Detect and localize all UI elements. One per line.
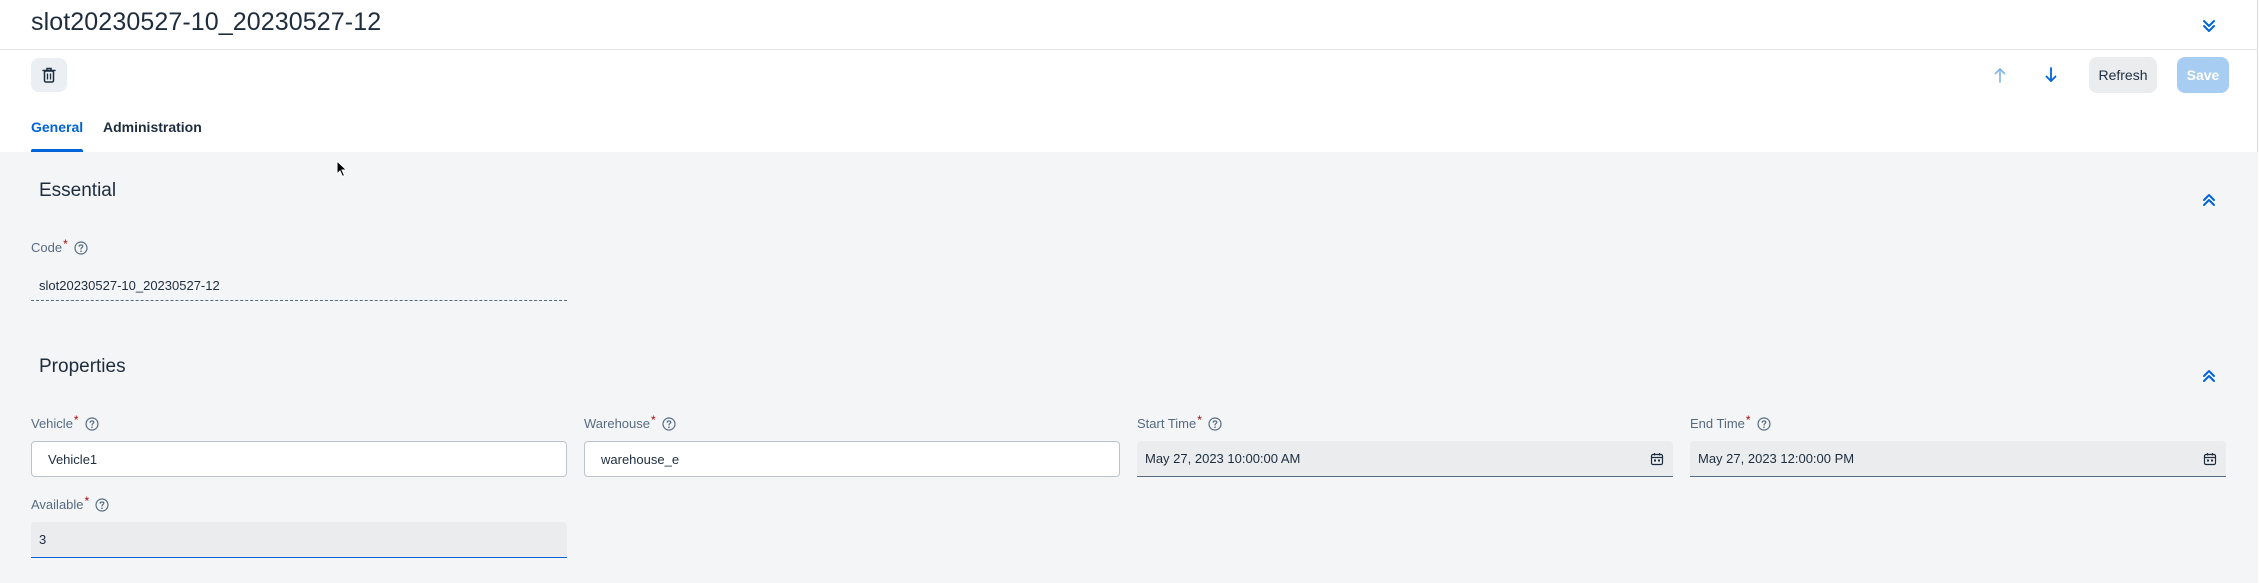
help-icon[interactable]	[84, 416, 99, 431]
end-time-picker[interactable]: May 27, 2023 12:00:00 PM	[1690, 441, 2226, 477]
required-marker: *	[1745, 412, 1751, 427]
calendar-icon[interactable]	[1649, 451, 1665, 467]
delete-button[interactable]	[31, 58, 67, 92]
double-chevron-down-icon	[2203, 20, 2215, 32]
tab-general[interactable]: General	[31, 119, 84, 152]
help-icon[interactable]	[1756, 416, 1771, 431]
collapse-properties-button[interactable]	[2197, 364, 2221, 388]
required-marker: *	[651, 412, 656, 427]
collapse-header-button[interactable]	[2195, 12, 2223, 40]
next-record-button[interactable]	[2036, 60, 2066, 90]
required-marker: *	[73, 412, 79, 427]
warehouse-label-text: Warehouse	[584, 416, 650, 431]
end-time-value: May 27, 2023 12:00:00 PM	[1698, 451, 1855, 466]
header-divider	[0, 49, 2258, 50]
code-label: Code *	[31, 236, 88, 255]
required-marker: *	[84, 493, 90, 508]
object-header: slot20230527-10_20230527-12 Refresh Save…	[0, 0, 2258, 152]
vehicle-input[interactable]: Vehicle1	[31, 441, 567, 477]
available-label: Available *	[31, 493, 109, 512]
start-time-value: May 27, 2023 10:00:00 AM	[1145, 451, 1301, 466]
page-title: slot20230527-10_20230527-12	[31, 8, 382, 36]
available-input[interactable]: 3	[31, 522, 567, 558]
tab-administration[interactable]: Administration	[103, 119, 202, 152]
double-chevron-up-icon	[2203, 194, 2215, 206]
available-label-text: Available	[31, 497, 84, 512]
required-marker: *	[1197, 412, 1202, 427]
end-time-label-text: End Time	[1690, 416, 1745, 431]
end-time-label: End Time *	[1690, 412, 1771, 431]
collapse-essential-button[interactable]	[2197, 188, 2221, 212]
code-label-text: Code	[31, 240, 63, 255]
warehouse-label: Warehouse *	[584, 412, 676, 431]
start-time-label: Start Time *	[1137, 412, 1222, 431]
help-icon[interactable]	[95, 497, 109, 512]
vehicle-label-text: Vehicle	[31, 416, 73, 431]
start-time-picker[interactable]: May 27, 2023 10:00:00 AM	[1137, 441, 1673, 477]
help-icon[interactable]	[662, 416, 676, 431]
code-field: slot20230527-10_20230527-12	[31, 271, 567, 301]
double-chevron-up-icon	[2203, 370, 2215, 382]
vehicle-label: Vehicle *	[31, 412, 99, 431]
arrow-up-icon	[1994, 68, 2006, 83]
arrow-down-icon	[2045, 67, 2057, 82]
start-time-label-text: Start Time	[1137, 416, 1197, 431]
section-title-essential: Essential	[39, 180, 117, 201]
mouse-cursor-icon	[336, 160, 348, 178]
save-button[interactable]: Save	[2177, 57, 2229, 93]
refresh-button[interactable]: Refresh	[2089, 57, 2157, 93]
previous-record-button[interactable]	[1985, 60, 2015, 90]
help-icon[interactable]	[1208, 416, 1222, 431]
required-marker: *	[63, 236, 68, 251]
section-title-properties: Properties	[39, 356, 126, 377]
trash-icon	[42, 67, 56, 83]
content-area	[0, 152, 2258, 583]
help-icon[interactable]	[74, 240, 88, 255]
warehouse-input[interactable]: warehouse_e	[584, 441, 1120, 477]
calendar-icon[interactable]	[2202, 451, 2218, 467]
